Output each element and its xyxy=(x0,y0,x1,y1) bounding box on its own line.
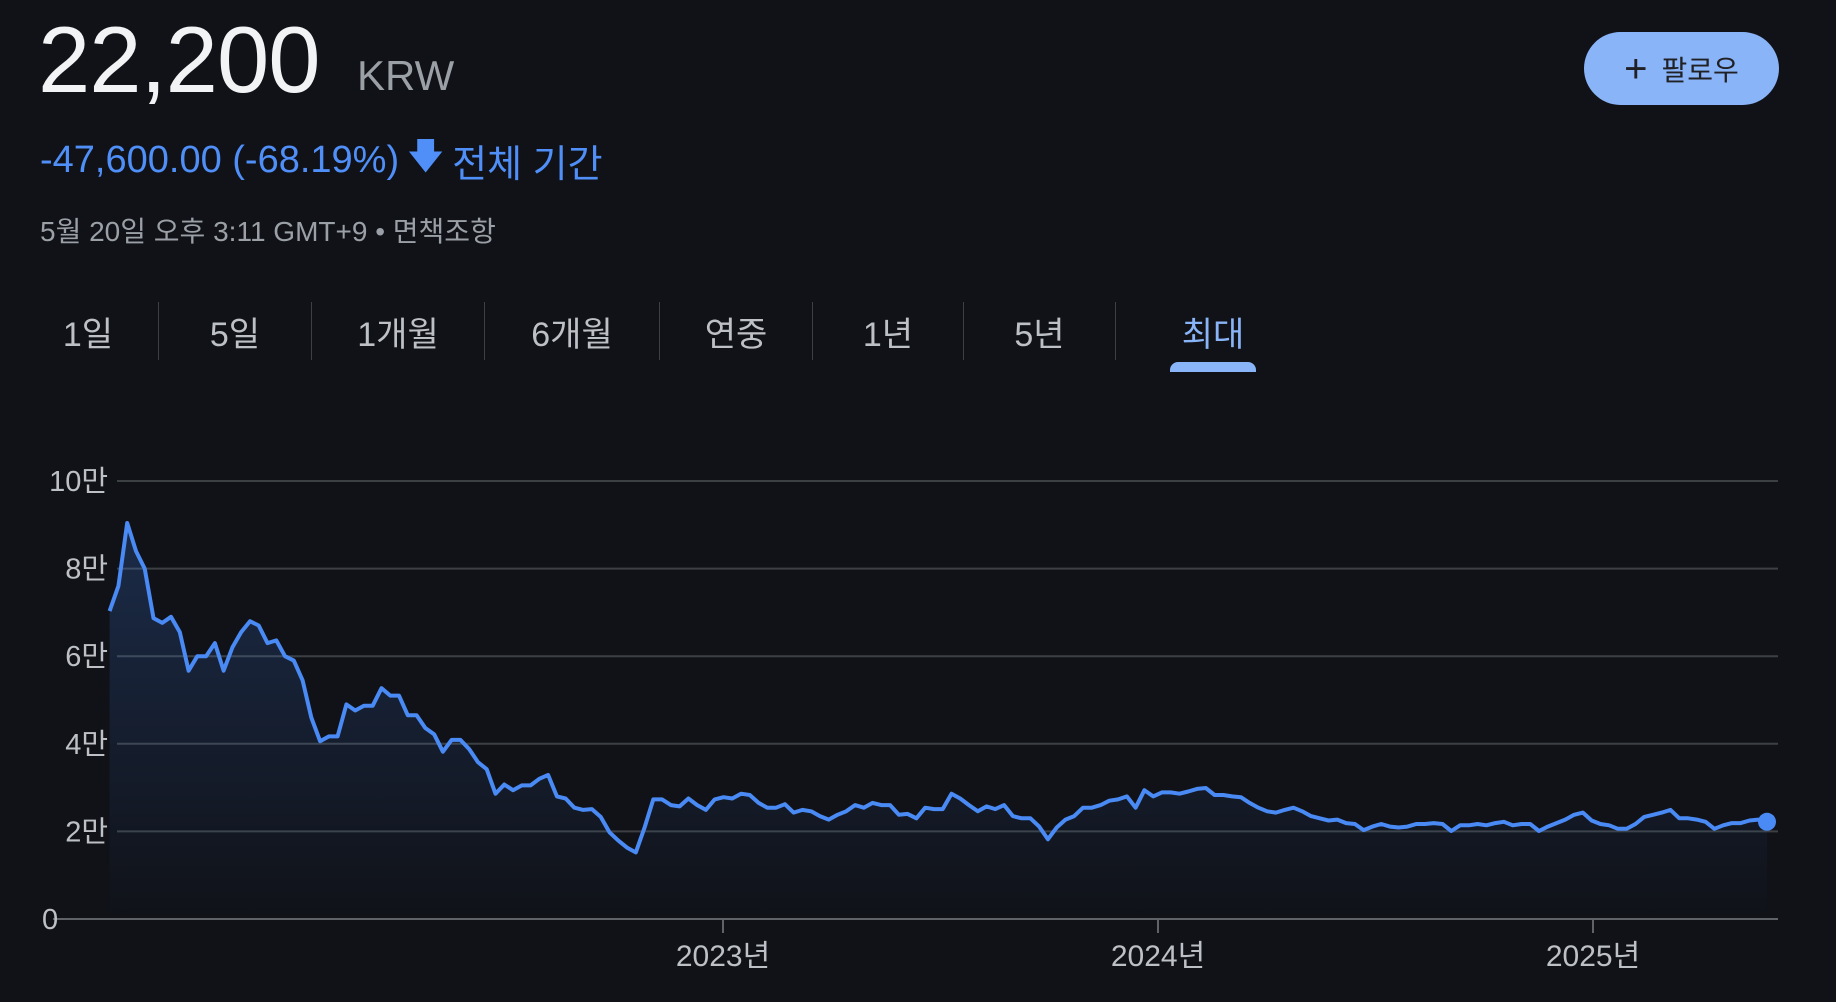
y-tick-label: 6만 xyxy=(65,641,108,673)
price-area-fill xyxy=(109,523,1768,919)
y-tick-label: 2만 xyxy=(65,816,108,848)
y-tick-label: 4만 xyxy=(65,729,108,761)
y-tick-label: 10만 xyxy=(49,466,108,498)
y-tick-label: 8만 xyxy=(65,554,108,586)
price-chart[interactable]: 10만 8만 6만 4만 2만 0 2023년 2024년 2025년 xyxy=(0,0,1836,1002)
x-tick-label: 2025년 xyxy=(1546,940,1640,973)
x-tick-label: 2023년 xyxy=(676,940,770,973)
last-price-dot xyxy=(1758,812,1776,831)
y-tick-label: 0 xyxy=(42,904,58,936)
x-tick-label: 2024년 xyxy=(1111,940,1205,973)
